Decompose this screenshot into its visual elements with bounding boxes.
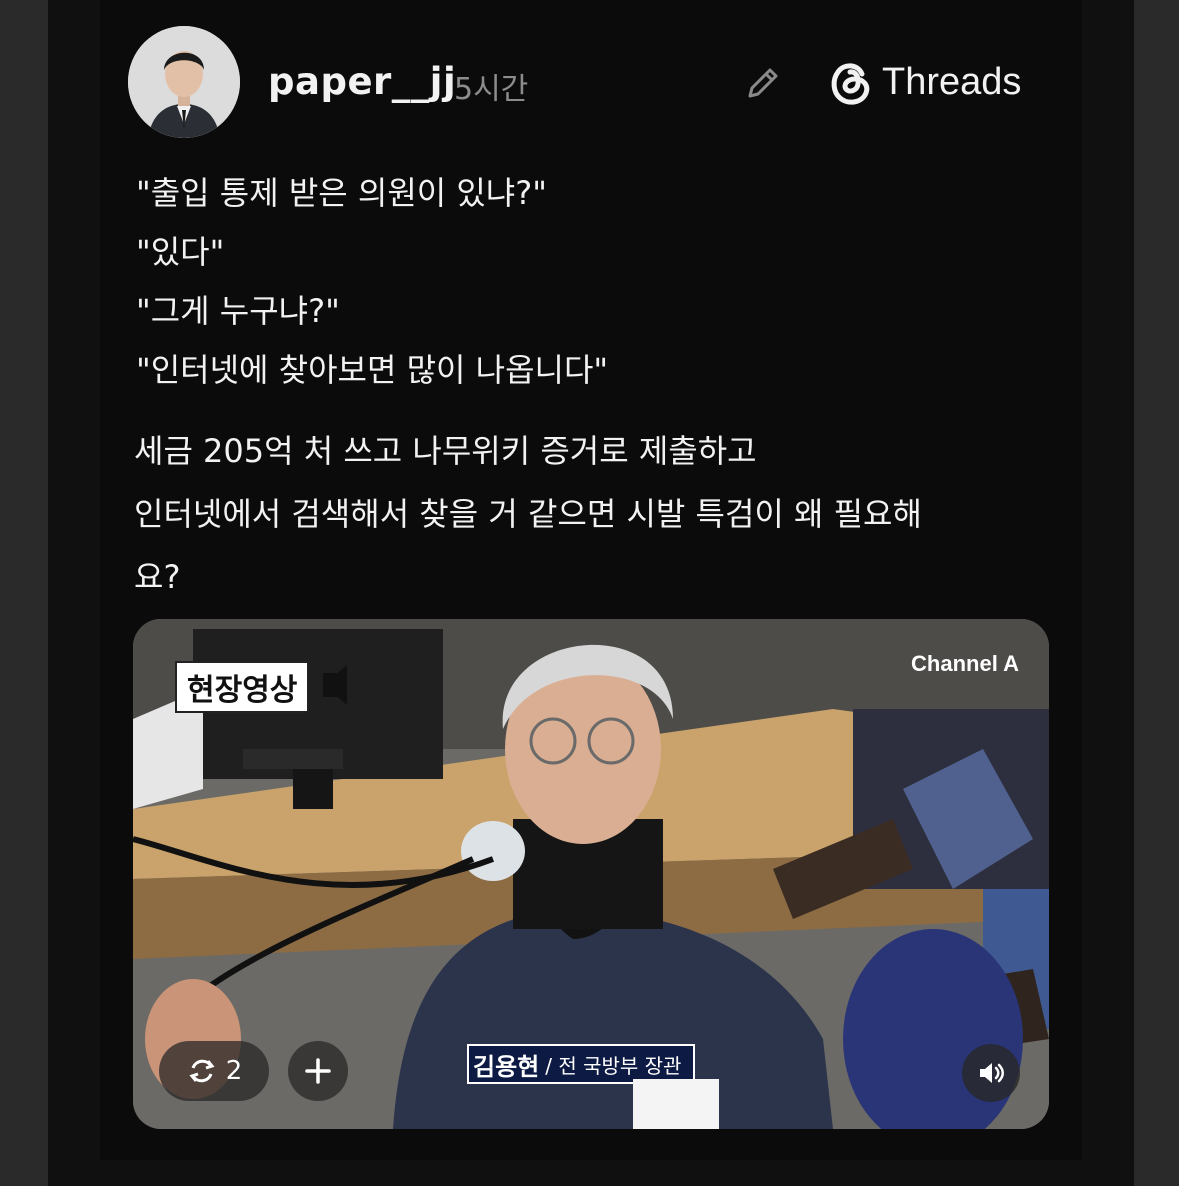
desk-name-tag [633,1079,719,1129]
avatar[interactable] [128,26,240,138]
body-line: 세금 205억 처 쓰고 나무위키 증거로 제출하고 [134,432,757,470]
caption-name: 김용현 [473,1052,540,1081]
outer-right-gutter [1134,0,1179,1186]
post-time: 5시간 [454,72,529,107]
add-button[interactable] [288,1041,348,1101]
quote-line: "있다" [136,233,225,271]
quote-line: "인터넷에 찾아보면 많이 나옵니다" [136,351,609,389]
sound-toggle-button[interactable] [962,1044,1020,1102]
avatar-photo [128,26,240,138]
body-line: 인터넷에서 검색해서 찾을 거 같으면 시발 특검이 왜 필요해 [134,495,922,533]
speaker-icon [980,1063,1004,1083]
outer-left-gutter [0,0,48,1186]
pencil-icon[interactable] [742,62,784,104]
repost-button[interactable]: 2 [159,1041,269,1101]
quote-line: "그게 누구냐?" [136,292,340,330]
threads-logo-icon [831,63,870,105]
body-line: 요? [134,558,181,596]
caption-title: / 전 국방부 장관 [545,1053,682,1078]
post-text: "출입 통제 받은 의원이 있냐?" "있다" "그게 누구냐?" "인터넷에 … [134,164,1054,609]
username[interactable]: paper__jj [268,60,456,103]
live-video-badge: 현장영상 [175,661,310,713]
quote-line: "출입 통제 받은 의원이 있냐?" [136,174,547,212]
lower-third-caption: 김용현 / 전 국방부 장관 [467,1044,696,1084]
threads-brand: Threads [828,58,1021,106]
video-player[interactable]: 현장영상 Channel A 김용현 / 전 국방부 장관 2 [133,619,1049,1129]
repost-count: 2 [225,1056,243,1086]
threads-wordmark: Threads [882,60,1022,103]
repost-icon [189,1059,215,1083]
channel-logo: Channel A [911,651,1019,676]
plus-icon [305,1058,331,1084]
